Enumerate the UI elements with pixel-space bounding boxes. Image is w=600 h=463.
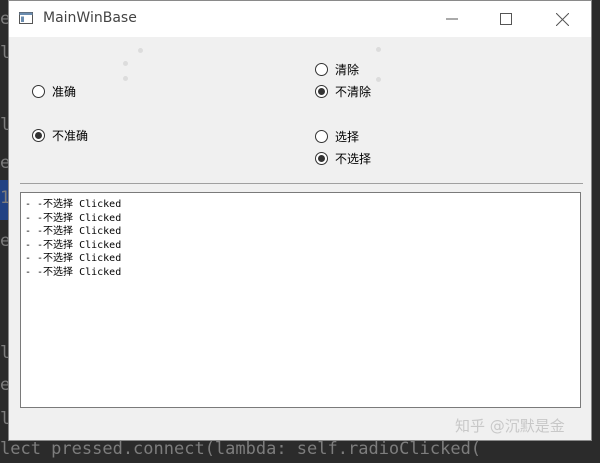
radio-not-accurate[interactable]: 不准确 [32,127,88,144]
radio-circle[interactable] [315,130,328,143]
minimize-button[interactable] [429,1,475,37]
decorative-dot [123,76,128,81]
log-line: - -不选择 Clicked [25,212,122,224]
radio-label: 清除 [335,63,360,77]
log-line: - -不选择 Clicked [25,199,122,210]
radio-accurate[interactable]: 准确 [32,83,76,100]
radio-label: 准确 [52,85,77,99]
log-text-area[interactable]: - -不选择 Clicked - -不选择 Clicked - -不选择 Cli… [20,192,581,408]
radio-circle-checked[interactable] [315,85,328,98]
radio-circle-checked[interactable] [315,152,328,165]
radio-label: 不选择 [335,152,372,166]
log-line: - -不选择 Clicked [25,266,122,278]
decorative-dot [123,61,128,66]
radio-not-select[interactable]: 不选择 [315,150,371,167]
decorative-dot [138,48,143,53]
watermark: 知乎 @沉默是金 [455,417,565,435]
close-button[interactable] [539,1,585,37]
radio-label: 不清除 [335,85,372,99]
radio-clear[interactable]: 清除 [315,61,359,78]
log-line: - -不选择 Clicked [25,226,122,237]
separator-line [20,183,583,184]
radio-not-clear[interactable]: 不清除 [315,83,371,100]
decorative-dot [376,47,381,52]
maximize-icon [500,13,512,25]
main-window: MainWinBase 准确 不准确 清除 不清除 选择 不选择 - -不选择 … [8,0,592,441]
app-window-icon [19,12,33,24]
close-icon [555,12,569,26]
window-title: MainWinBase [43,10,137,26]
decorative-dot [376,77,381,82]
radio-select[interactable]: 选择 [315,128,359,145]
radio-label: 选择 [335,130,360,144]
radio-circle-checked[interactable] [32,129,45,142]
radio-circle[interactable] [315,63,328,76]
maximize-button[interactable] [483,1,529,37]
log-line: - -不选择 Clicked [25,253,122,264]
minimize-icon [446,18,458,20]
radio-circle[interactable] [32,85,45,98]
radio-label: 不准确 [52,129,89,143]
title-bar[interactable]: MainWinBase [9,1,591,37]
log-line: - -不选择 Clicked [25,239,122,251]
